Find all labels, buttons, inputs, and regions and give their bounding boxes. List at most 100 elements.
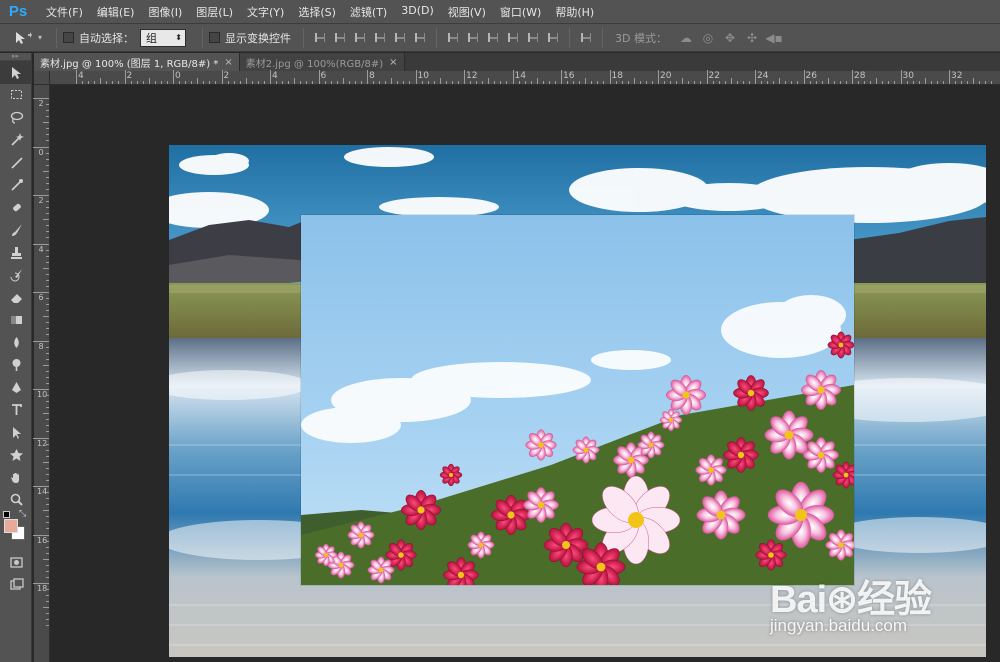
hand-icon[interactable]: [0, 466, 32, 489]
cosmos-flower: [733, 375, 769, 411]
auto-select-dropdown[interactable]: 组 ⬍: [140, 28, 186, 47]
3d-orbit-icon[interactable]: ☁: [677, 30, 695, 46]
menu-item[interactable]: 编辑(E): [90, 4, 142, 20]
move-icon[interactable]: [0, 61, 32, 84]
3d-mode-label: 3D 模式：: [615, 31, 667, 45]
align-right-icon[interactable]: [412, 30, 428, 46]
ruler-tick: [603, 81, 605, 84]
3d-scale-icon[interactable]: ◀▪: [765, 30, 783, 46]
default-colors-icon[interactable]: [3, 511, 10, 518]
align-top-icon[interactable]: [312, 30, 328, 46]
menu-item[interactable]: 窗口(W): [493, 4, 548, 20]
crop-icon[interactable]: [0, 151, 32, 174]
distribute-top-icon[interactable]: [445, 30, 461, 46]
auto-select-checkbox[interactable]: [63, 32, 74, 43]
3d-roll-icon[interactable]: ◎: [699, 30, 717, 46]
menu-item[interactable]: 文字(Y): [240, 4, 291, 20]
pen-icon[interactable]: [0, 376, 32, 399]
ruler-origin[interactable]: [34, 71, 50, 85]
ruler-tick: [203, 81, 205, 84]
menu-item[interactable]: 视图(V): [441, 4, 493, 20]
align-vcenter-icon[interactable]: [332, 30, 348, 46]
foreground-color-swatch[interactable]: [4, 519, 18, 533]
magic-wand-icon[interactable]: [0, 129, 32, 152]
ruler-tick: [385, 81, 387, 84]
quick-mask-icon[interactable]: [0, 551, 32, 574]
menu-item[interactable]: 文件(F): [39, 4, 90, 20]
dodge-icon[interactable]: [0, 354, 32, 377]
ruler-tick: [43, 461, 49, 463]
menu-item[interactable]: 滤镜(T): [343, 4, 394, 20]
menu-item[interactable]: 图层(L): [189, 4, 240, 20]
ruler-tick: [348, 81, 350, 84]
panel-grip[interactable]: ▸▸: [0, 53, 31, 61]
distribute-bottom-icon[interactable]: [485, 30, 501, 46]
menu-item[interactable]: 帮助(H): [548, 4, 601, 20]
distribute-right-icon[interactable]: [545, 30, 561, 46]
ruler-tick: [548, 81, 550, 84]
close-icon[interactable]: ×: [224, 57, 232, 68]
ruler-tick: [360, 81, 362, 84]
ruler-label: 20: [660, 71, 672, 81]
menu-item[interactable]: 选择(S): [291, 4, 343, 20]
brush-icon[interactable]: [0, 219, 32, 242]
menu-item[interactable]: 3D(D): [394, 4, 441, 20]
ruler-label: 8: [38, 341, 44, 351]
distribute-vcenter-icon[interactable]: [465, 30, 481, 46]
distribute-hcenter-icon[interactable]: [525, 30, 541, 46]
show-transform-checkbox[interactable]: [209, 32, 220, 43]
horizontal-ruler[interactable]: 4 2 0 2 4 6 8 10 12 14 16 18 20 22 24 26 28 30 32: [50, 70, 1000, 85]
ruler-tick: [809, 81, 811, 84]
lasso-icon[interactable]: [0, 106, 32, 129]
cosmos-flower: [523, 487, 559, 523]
close-icon[interactable]: ×: [389, 57, 397, 68]
ruler-tick: [46, 395, 49, 397]
ruler-tick: [433, 81, 435, 84]
ruler-tick: [276, 81, 278, 84]
ruler-tick: [961, 81, 963, 84]
ruler-tick: [457, 81, 459, 84]
zoom-icon[interactable]: [0, 489, 32, 512]
ruler-tick: [43, 267, 49, 269]
ruler-tick: [294, 78, 296, 84]
watermark-brand: Bai⊛经验: [770, 579, 932, 621]
path-selection-icon[interactable]: [0, 421, 32, 444]
distribute-left-icon[interactable]: [505, 30, 521, 46]
menu-item[interactable]: 图像(I): [141, 4, 189, 20]
3d-slide-icon[interactable]: ✣: [743, 30, 761, 46]
shape-icon[interactable]: [0, 444, 32, 467]
gradient-icon[interactable]: [0, 309, 32, 332]
layer-1-image[interactable]: [301, 215, 854, 585]
ruler-tick: [46, 564, 49, 566]
ruler-tick: [882, 81, 884, 84]
align-bottom-icon[interactable]: [352, 30, 368, 46]
ruler-label: 12: [37, 438, 48, 448]
marquee-icon[interactable]: [0, 84, 32, 107]
swap-colors-icon[interactable]: ⤡: [19, 509, 26, 519]
menu-items: 文件(F) 编辑(E) 图像(I) 图层(L) 文字(Y) 选择(S) 滤镜(T) 3D(D)…: [39, 4, 601, 20]
document-tab-inactive[interactable]: 素材2.jpg @ 100%(RGB/8#) ×: [239, 53, 405, 71]
align-hcenter-icon[interactable]: [392, 30, 408, 46]
healing-brush-icon[interactable]: [0, 196, 32, 219]
blur-icon[interactable]: [0, 331, 32, 354]
align-left-icon[interactable]: [372, 30, 388, 46]
vertical-ruler[interactable]: 2 0 2 4 6 8 10 12 14 16 18: [33, 85, 50, 662]
ruler-label: 24: [757, 71, 769, 81]
tool-preset-picker[interactable]: ▾: [14, 27, 50, 49]
history-brush-icon[interactable]: [0, 264, 32, 287]
type-icon[interactable]: [0, 399, 32, 422]
auto-align-icon[interactable]: [578, 30, 594, 46]
3d-pan-icon[interactable]: ✥: [721, 30, 739, 46]
ruler-tick: [318, 70, 320, 84]
ruler-tick: [46, 449, 49, 451]
ruler-tick: [46, 164, 49, 166]
cosmos-flower: [367, 556, 395, 584]
ruler-tick: [46, 540, 49, 542]
ruler-tick: [924, 78, 926, 84]
clone-stamp-icon[interactable]: [0, 241, 32, 264]
eraser-icon[interactable]: [0, 286, 32, 309]
document-tab-active[interactable]: 素材.jpg @ 100% (图层 1, RGB/8#) * ×: [34, 53, 240, 71]
eyedropper-icon[interactable]: [0, 174, 32, 197]
ruler-tick: [839, 81, 841, 84]
screen-mode-icon[interactable]: [0, 574, 32, 597]
